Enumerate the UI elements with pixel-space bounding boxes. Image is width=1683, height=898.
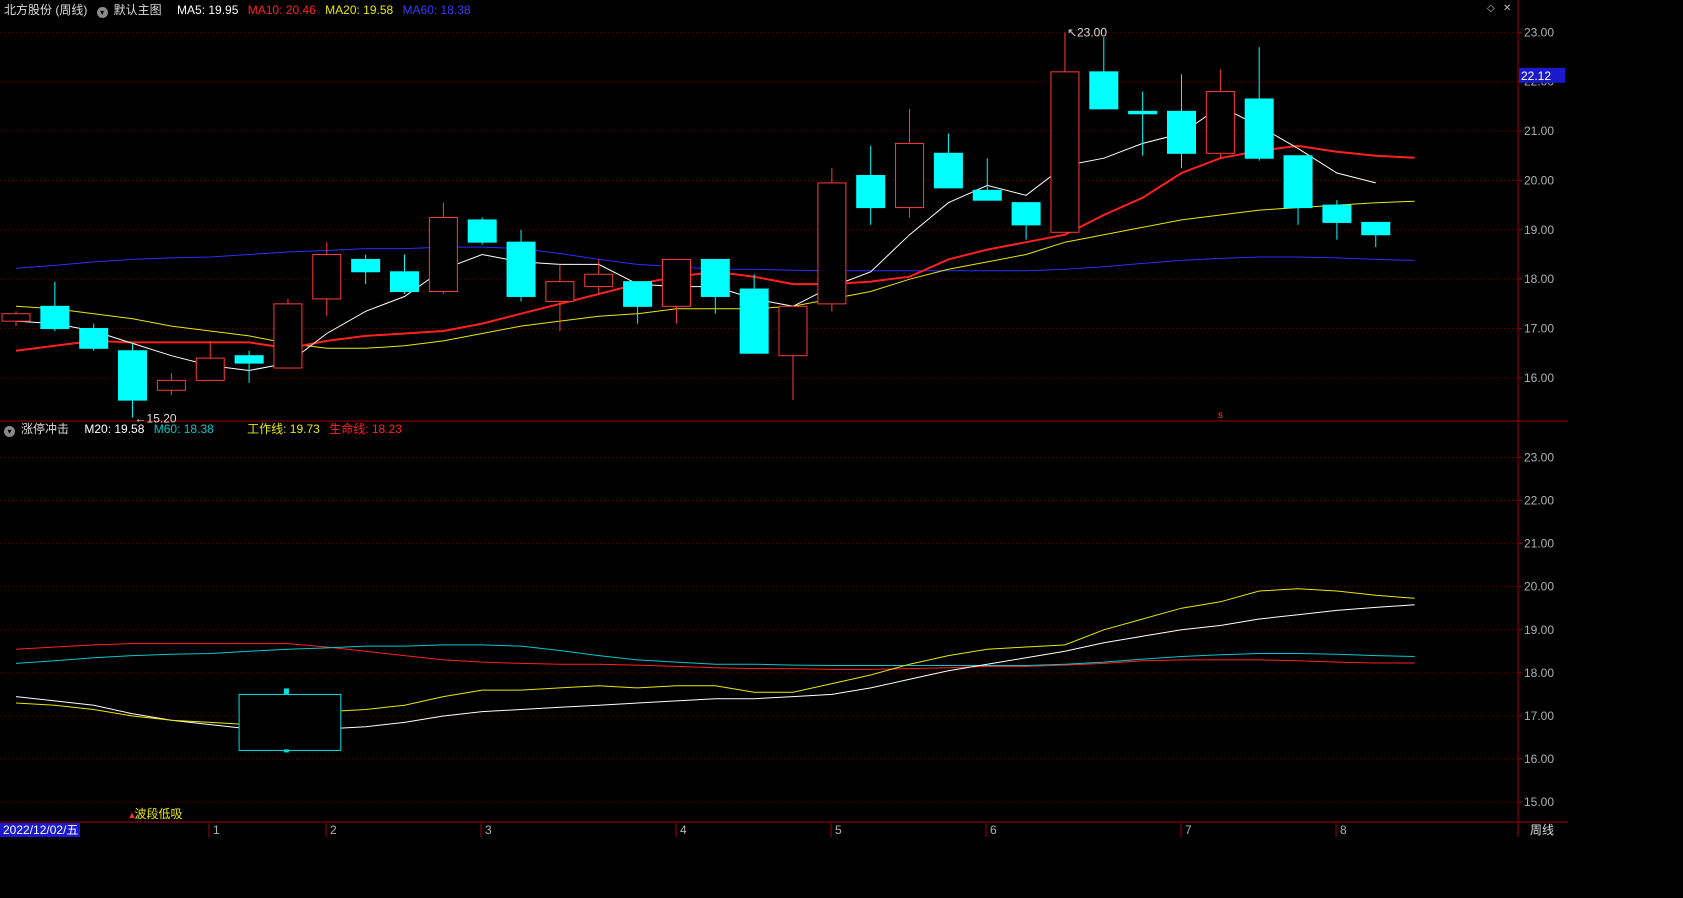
- main-y-tick-label: 23.00: [1524, 25, 1554, 39]
- month-label: 3: [485, 823, 492, 837]
- work-line-value: 工作线: 19.73: [247, 422, 320, 436]
- date-label: 2022/12/02/五: [3, 823, 78, 837]
- sub-highlight-notch: [283, 688, 289, 695]
- candle-down: [1089, 71, 1119, 110]
- sub-y-tick-label: 18.00: [1524, 666, 1554, 680]
- candle-up: [312, 253, 342, 300]
- main-y-tick-label: 17.00: [1524, 322, 1554, 336]
- candle-down: [40, 305, 70, 330]
- candle-down: [1167, 110, 1196, 154]
- candle-down: [1011, 202, 1041, 226]
- indicator-selector[interactable]: ▾ 涨停冲击: [4, 422, 75, 437]
- month-label: 7: [1185, 823, 1192, 837]
- candle-down: [856, 175, 886, 209]
- candle-up: [584, 273, 614, 288]
- sub-y-tick-label: 22.00: [1524, 493, 1554, 507]
- candle-up: [1, 313, 31, 322]
- current-price-tag: 22.12: [1521, 69, 1551, 83]
- candle-down: [351, 258, 381, 273]
- m60-value: M60: 18.38: [153, 422, 214, 436]
- chevron-down-icon[interactable]: ▾: [4, 426, 15, 437]
- sub-y-tick-label: 21.00: [1524, 537, 1554, 551]
- month-label: 8: [1340, 823, 1347, 837]
- month-label: 6: [990, 823, 997, 837]
- ma10-value: MA10: 20.46: [247, 3, 316, 17]
- month-label: 2: [330, 823, 337, 837]
- sub-y-tick-label: 23.00: [1524, 450, 1554, 464]
- close-icon[interactable]: ✕: [1503, 3, 1511, 14]
- work-line: [15, 588, 1415, 726]
- chevron-down-icon[interactable]: ▾: [96, 7, 108, 18]
- high-price-marker: ↖23.00: [1067, 25, 1107, 39]
- candle-down: [972, 189, 1002, 201]
- candle-down: [1283, 155, 1313, 209]
- ma5-value: MA5: 19.95: [177, 3, 239, 17]
- candle-up: [1050, 71, 1080, 233]
- candle-up: [428, 216, 458, 293]
- kline-chart[interactable]: 23.00 22.00 21.00 20.00 19.00 18.00 17.00 16.00…: [0, 0, 1568, 837]
- sub-y-tick-label: 17.00: [1524, 709, 1554, 723]
- candle-down: [234, 355, 264, 364]
- indicator-name[interactable]: 涨停冲击: [21, 422, 69, 436]
- ma20-value: MA20: 19.58: [325, 3, 394, 17]
- main-y-tick-label: 18.00: [1524, 272, 1554, 286]
- candle-down: [1361, 221, 1391, 236]
- month-label: 4: [680, 823, 687, 837]
- candle-up: [778, 305, 808, 357]
- sub-y-tick-label: 16.00: [1524, 752, 1554, 766]
- sub-highlight-notch: [283, 749, 289, 753]
- candle-down: [390, 271, 419, 293]
- period-label[interactable]: 周线: [1530, 823, 1554, 837]
- candle-down: [1128, 110, 1158, 115]
- signal-label: 波段低吸: [135, 806, 183, 821]
- candle-up: [273, 303, 303, 369]
- sub-y-tick-label: 15.00: [1524, 795, 1554, 809]
- m60-line: [15, 644, 1415, 666]
- main-y-tick-label: 19.00: [1524, 223, 1554, 237]
- main-y-tick-label: 16.00: [1524, 371, 1554, 385]
- candle-down: [1244, 98, 1274, 159]
- candle-down: [739, 288, 769, 354]
- candle-down: [1322, 204, 1352, 223]
- candle-down: [700, 258, 730, 297]
- main-y-tick-label: 21.00: [1524, 124, 1554, 138]
- sub-highlight-box: [238, 693, 342, 751]
- candle-up: [895, 142, 925, 209]
- life-line: [15, 643, 1415, 670]
- candle-up: [1205, 91, 1235, 154]
- candle-up: [661, 258, 691, 307]
- diamond-icon[interactable]: ◇: [1487, 3, 1495, 14]
- sub-y-tick-label: 19.00: [1524, 623, 1554, 637]
- signal-marker: s: [1218, 410, 1223, 421]
- candle-down: [79, 328, 109, 349]
- stock-title[interactable]: 北方股份 (周线): [4, 3, 87, 17]
- month-label: 5: [835, 823, 842, 837]
- sub-panel-header: ▾ 涨停冲击 M20: 19.58 M60: 18.38 工作线: 19.73 生…: [4, 422, 408, 437]
- candle-down: [623, 281, 653, 307]
- m20-value: M20: 19.58: [84, 422, 145, 436]
- sub-y-tick-label: 20.00: [1524, 580, 1554, 594]
- template-label[interactable]: 默认主图: [114, 3, 162, 17]
- candle-down: [118, 350, 148, 401]
- candle-down: [506, 241, 536, 297]
- life-line-value: 生命线: 18.23: [329, 422, 402, 436]
- template-selector[interactable]: ▾ 默认主图: [96, 3, 168, 18]
- candle-down: [467, 219, 497, 243]
- month-label: 1: [213, 823, 220, 837]
- candle-up: [156, 379, 186, 391]
- ma60-value: MA60: 18.38: [402, 3, 471, 17]
- candle-up: [817, 182, 847, 305]
- candle-up: [195, 357, 225, 381]
- main-panel-header: 北方股份 (周线) ▾ 默认主图 MA5: 19.95 MA10: 20.46 M…: [4, 3, 477, 18]
- ma10-line: [15, 144, 1415, 352]
- main-y-tick-label: 20.00: [1524, 173, 1554, 187]
- candle-up: [545, 281, 575, 302]
- candle-down: [933, 152, 963, 189]
